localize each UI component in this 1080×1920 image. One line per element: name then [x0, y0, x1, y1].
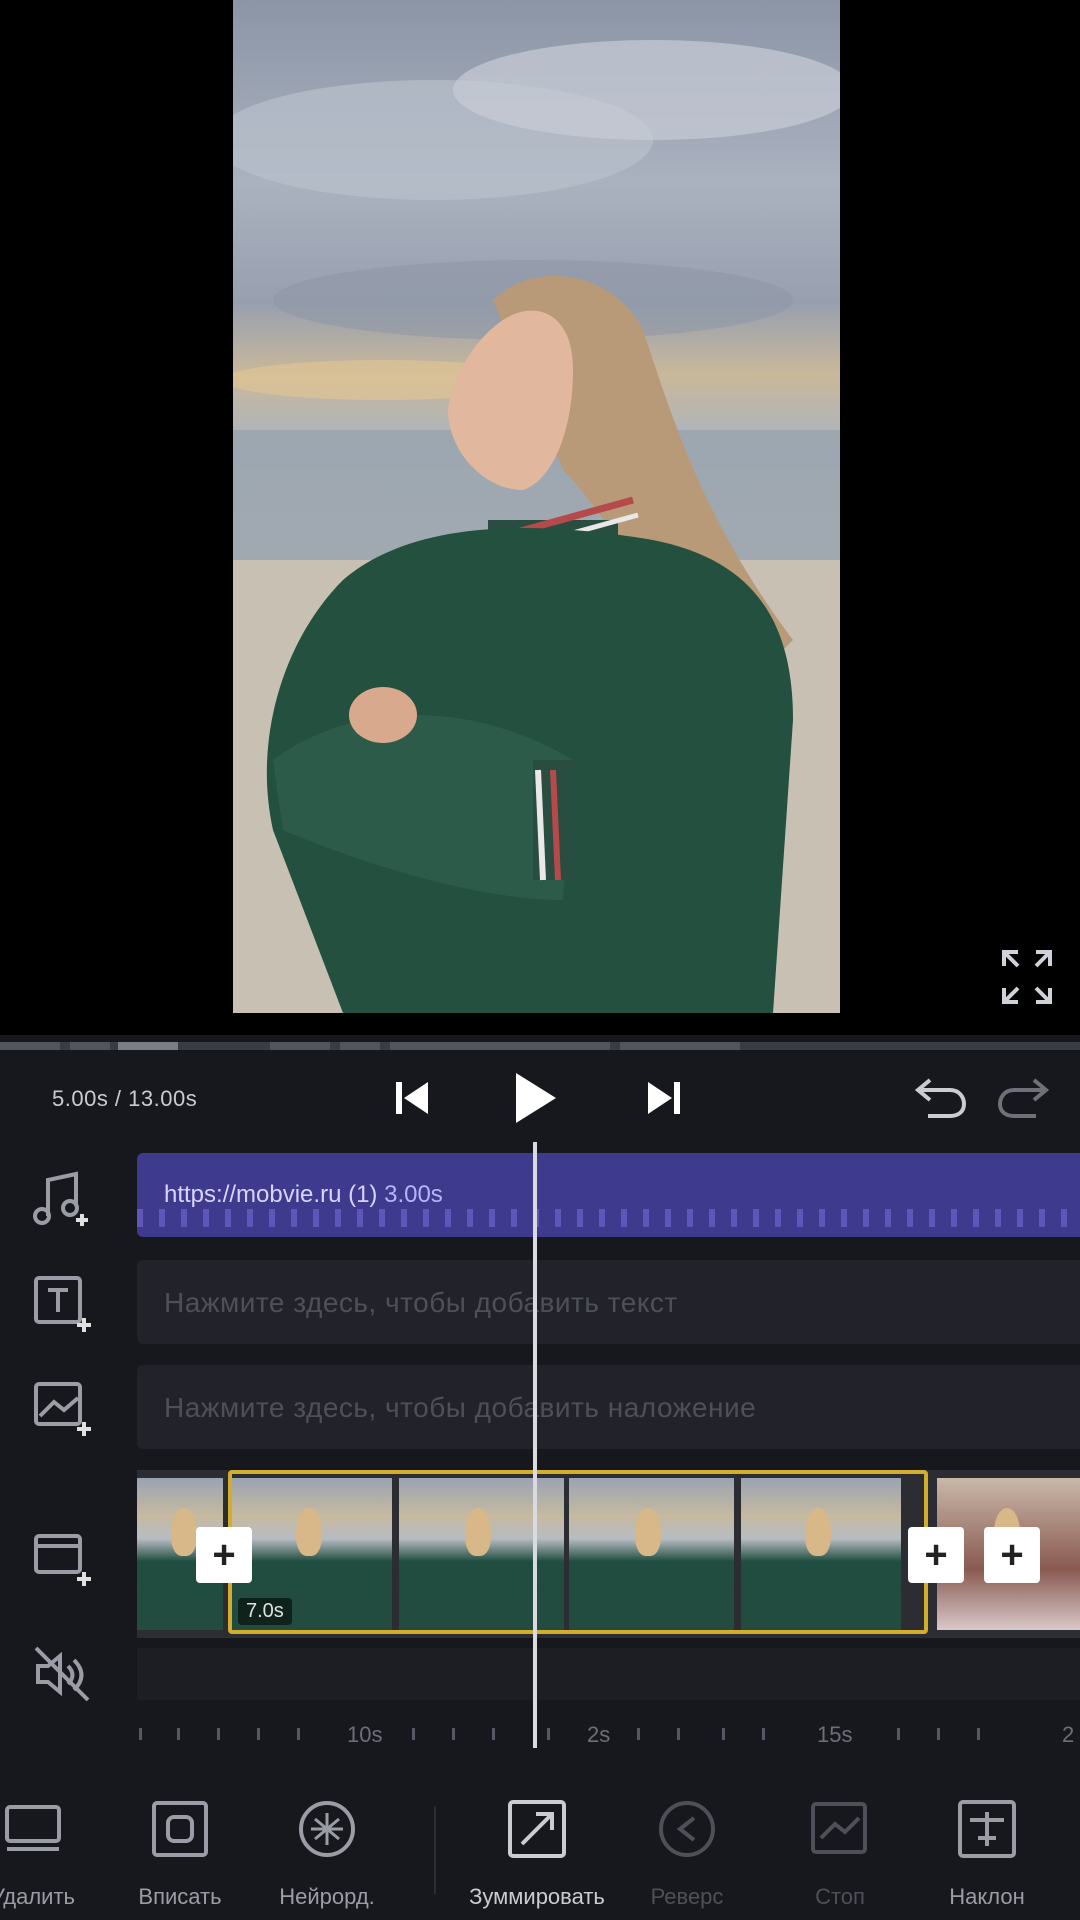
playhead[interactable]	[533, 1142, 537, 1748]
fullscreen-icon[interactable]	[1000, 948, 1054, 1006]
reverse-tool-button[interactable]: Реверс	[622, 1778, 752, 1910]
delete-tool-label: Удалить	[0, 1884, 75, 1909]
undo-button[interactable]	[912, 1070, 970, 1126]
reverse-icon	[659, 1801, 715, 1857]
undo-icon	[914, 1078, 967, 1118]
audio-track-label: https://mobvie.ru (1) 3.00s	[164, 1181, 443, 1209]
overlay-track-placeholder: Нажмите здесь, чтобы добавить наложение	[164, 1392, 757, 1423]
redo-icon	[997, 1078, 1050, 1118]
skip-forward-button[interactable]	[644, 1070, 684, 1126]
play-icon	[516, 1073, 556, 1123]
preview-image	[233, 40, 840, 1013]
text-track-placeholder: Нажмите здесь, чтобы добавить текст	[164, 1287, 678, 1318]
selected-clip[interactable]	[228, 1470, 928, 1634]
fit-tool-button[interactable]: Вписать	[115, 1778, 245, 1910]
music-note-add-icon	[33, 1171, 88, 1226]
redo-button[interactable]	[994, 1070, 1052, 1126]
seek-bar[interactable]	[0, 1042, 1080, 1050]
neural-icon	[299, 1801, 355, 1857]
add-music-button[interactable]	[24, 1160, 100, 1236]
preview-frame	[233, 0, 840, 1013]
add-transition-button[interactable]: +	[196, 1527, 252, 1583]
freeze-tool-label: Стоп	[815, 1884, 865, 1909]
zoom-tool-button[interactable]: Зуммировать	[469, 1778, 605, 1910]
skip-forward-icon	[648, 1082, 680, 1114]
clip-duration-badge: 7.0s	[238, 1598, 292, 1625]
tilt-tool-button[interactable]: Наклон	[922, 1778, 1052, 1910]
skip-back-button[interactable]	[392, 1070, 432, 1126]
overlay-track[interactable]: Нажмите здесь, чтобы добавить наложение	[137, 1365, 1080, 1449]
video-add-icon	[34, 1534, 91, 1586]
time-counter: 5.00s / 13.00s	[52, 1086, 198, 1111]
zoom-icon	[508, 1800, 566, 1858]
delete-clip-icon	[5, 1805, 61, 1851]
play-button[interactable]	[510, 1070, 560, 1126]
add-transition-button[interactable]: +	[984, 1527, 1040, 1583]
overlay-add-icon	[34, 1382, 91, 1436]
ruler-label: 2	[1062, 1722, 1075, 1747]
original-audio-track[interactable]	[137, 1648, 1080, 1700]
ruler-label: 10s	[347, 1722, 383, 1747]
add-clip-button[interactable]	[24, 1520, 100, 1596]
bottom-toolbar: Удалить Вписать Нейрорд. Зуммировать Рев…	[0, 1778, 1080, 1920]
toolbar-divider	[434, 1806, 436, 1894]
zoom-tool-label: Зуммировать	[469, 1884, 605, 1909]
fit-icon	[152, 1801, 208, 1857]
audio-track-duration: 3.00s	[384, 1181, 443, 1208]
audio-track[interactable]: https://mobvie.ru (1) 3.00s	[137, 1153, 1080, 1237]
audio-track-name: https://mobvie.ru (1)	[164, 1181, 378, 1208]
tilt-icon	[958, 1800, 1016, 1858]
reverse-tool-label: Реверс	[650, 1884, 724, 1909]
text-track[interactable]: Нажмите здесь, чтобы добавить текст	[137, 1260, 1080, 1344]
audio-waveform	[137, 1209, 1080, 1227]
add-transition-button[interactable]: +	[908, 1527, 964, 1583]
video-preview[interactable]	[0, 0, 1080, 1035]
text-add-icon	[34, 1276, 91, 1332]
delete-tool-button[interactable]: Удалить	[0, 1778, 98, 1910]
tilt-tool-label: Наклон	[949, 1884, 1025, 1909]
mute-icon	[34, 1646, 90, 1702]
freeze-tool-button[interactable]: Стоп	[775, 1778, 905, 1910]
ruler-label: 15s	[817, 1722, 853, 1747]
skip-back-icon	[396, 1082, 428, 1114]
fit-tool-label: Вписать	[138, 1884, 222, 1909]
timeline-ruler[interactable]: 10s 2s 15s 2	[137, 1718, 1080, 1754]
add-overlay-button[interactable]	[24, 1370, 100, 1446]
neural-tool-button[interactable]: Нейрорд.	[262, 1778, 392, 1910]
freeze-icon	[811, 1802, 867, 1854]
ruler-label: 2s	[587, 1722, 611, 1747]
neural-tool-label: Нейрорд.	[279, 1884, 375, 1909]
mute-button[interactable]	[24, 1636, 100, 1712]
add-text-button[interactable]	[24, 1266, 100, 1342]
